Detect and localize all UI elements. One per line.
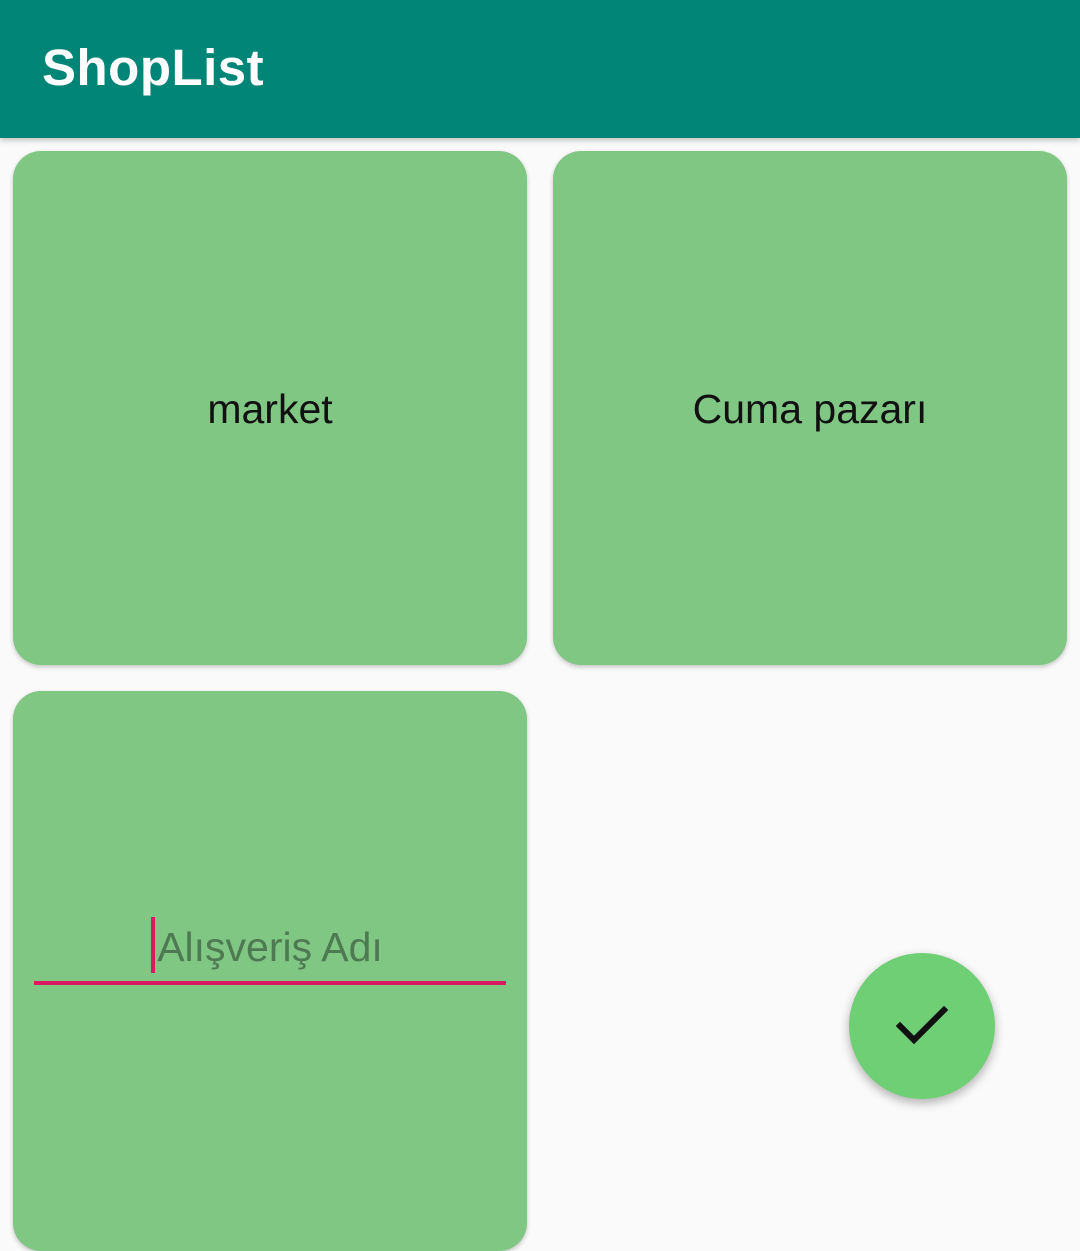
card-title: market — [207, 386, 333, 432]
app-title: ShopList — [42, 39, 265, 96]
check-icon — [896, 1006, 948, 1045]
list-name-field[interactable] — [34, 913, 506, 985]
input-underline — [34, 981, 506, 985]
shopping-list-card-market[interactable]: market — [13, 151, 527, 665]
list-name-input[interactable] — [34, 913, 506, 981]
app-bar: ShopList — [0, 0, 1080, 138]
new-shopping-list-card — [13, 691, 527, 1251]
card-title: Cuma pazarı — [692, 386, 928, 432]
shopping-list-card-cuma-pazari[interactable]: Cuma pazarı — [553, 151, 1067, 665]
text-cursor — [151, 917, 155, 973]
confirm-fab-button[interactable] — [849, 953, 995, 1099]
